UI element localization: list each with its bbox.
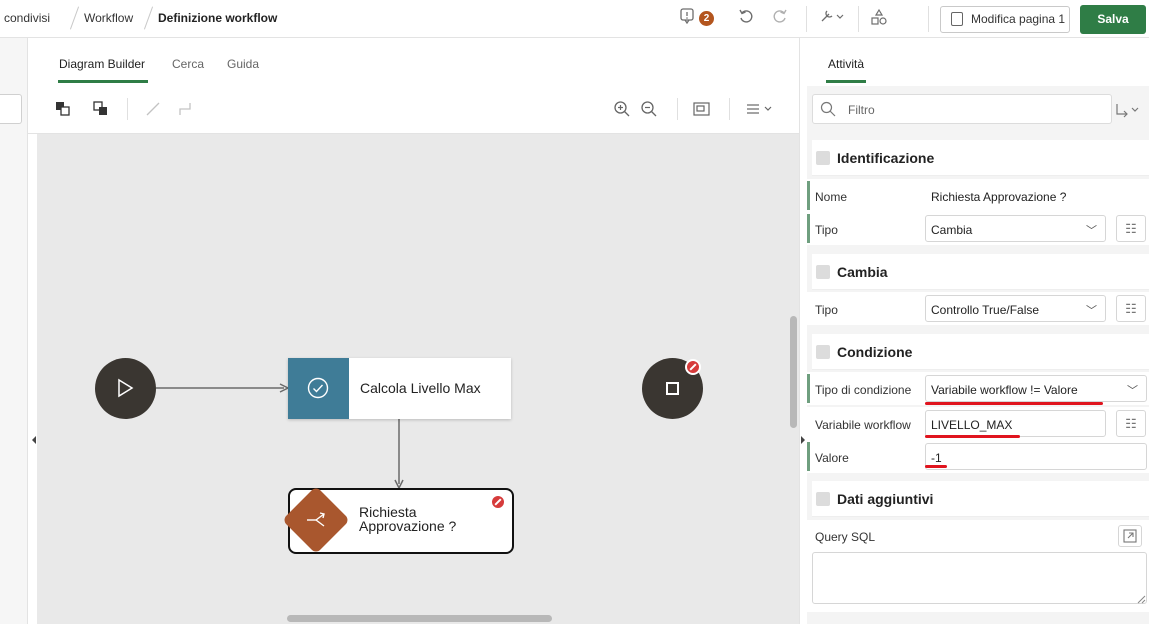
collapse-icon[interactable] [816, 492, 830, 506]
expand-editor-button[interactable] [1118, 525, 1142, 547]
branch-icon [305, 509, 327, 534]
task-node-label: Calcola Livello Max [360, 380, 481, 396]
expand-icon [1123, 529, 1137, 543]
error-indicator-icon[interactable] [685, 359, 701, 375]
collapse-icon[interactable] [816, 151, 830, 165]
chevron-down-icon: ﹀ [1127, 385, 1138, 397]
switch-node-label-line2: Approvazione ? [359, 518, 457, 534]
tab-attivita[interactable]: Attività [828, 57, 864, 71]
property-label: Tipo [815, 303, 838, 317]
required-indicator [807, 214, 810, 243]
required-indicator [807, 374, 810, 403]
list-icon[interactable]: ☷ [1116, 410, 1146, 437]
chevron-down-icon: ﹀ [1086, 305, 1097, 317]
tipo-condizione-value: Variabile workflow != Valore [931, 383, 1078, 397]
highlight-underline [925, 435, 1020, 438]
list-icon[interactable]: ☷ [1116, 295, 1146, 322]
required-indicator [807, 181, 810, 210]
error-indicator-icon[interactable] [490, 494, 506, 510]
active-tab-indicator [826, 80, 866, 83]
resize-handle-icon[interactable] [1137, 593, 1146, 607]
chevron-down-icon: ﹀ [1086, 225, 1097, 237]
property-label: Tipo [815, 223, 838, 237]
section-title: Condizione [837, 344, 913, 360]
go-to-group-icon[interactable] [1114, 102, 1142, 121]
switch-node-label-line1: Richiesta [359, 504, 417, 520]
list-icon[interactable]: ☷ [1116, 215, 1146, 242]
search-icon [820, 101, 836, 120]
canvas-vertical-scrollbar[interactable] [790, 316, 797, 428]
check-circle-icon [307, 377, 329, 402]
canvas-horizontal-scrollbar[interactable] [287, 615, 552, 622]
right-splitter[interactable] [799, 38, 807, 624]
nome-input[interactable]: Richiesta Approvazione ? [931, 190, 1066, 204]
stop-icon [666, 382, 679, 395]
section-title: Dati aggiuntivi [837, 491, 934, 507]
filter-placeholder: Filtro [848, 103, 875, 117]
property-label: Tipo di condizione [815, 383, 912, 397]
property-label: Variabile workflow [815, 418, 911, 432]
collapse-right-icon[interactable] [801, 436, 805, 444]
app-root: condivisi Workflow Definizione workflow … [0, 0, 1149, 624]
required-indicator [807, 442, 810, 471]
query-sql-textarea[interactable] [812, 552, 1147, 604]
highlight-underline [925, 402, 1103, 405]
variabile-value: LIVELLO_MAX [931, 418, 1013, 432]
tipo-select-value: Cambia [931, 223, 973, 237]
collapse-icon[interactable] [816, 265, 830, 279]
collapse-icon[interactable] [816, 345, 830, 359]
highlight-underline [925, 465, 947, 468]
play-icon [117, 378, 135, 401]
section-title: Identificazione [837, 150, 935, 166]
property-label: Valore [815, 451, 849, 465]
property-label: Nome [815, 190, 848, 204]
valore-input[interactable] [925, 443, 1147, 470]
tipo-cambia-value: Controllo True/False [931, 303, 1040, 317]
valore-value: -1 [931, 451, 942, 465]
section-title: Cambia [837, 264, 888, 280]
property-label: Query SQL [815, 530, 876, 544]
